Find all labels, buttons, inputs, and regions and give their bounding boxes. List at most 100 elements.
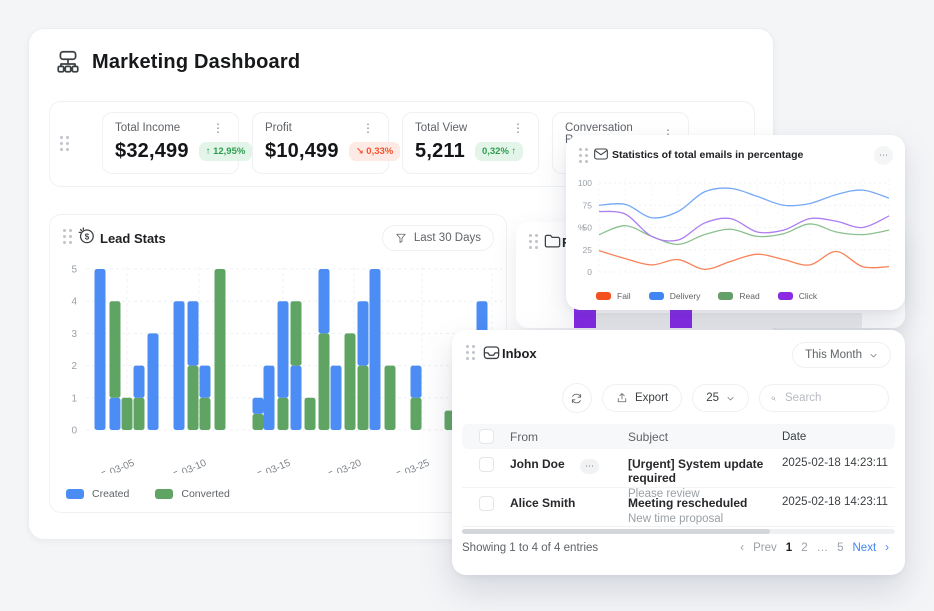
scrollbar-thumb[interactable]: [462, 529, 770, 534]
table-row[interactable]: Alice Smith Meeting rescheduled New time…: [462, 488, 895, 527]
legend-item-converted: Converted: [155, 488, 229, 500]
pagination-[interactable]: ›: [885, 542, 889, 554]
table-header-row: From Subject Date: [462, 424, 895, 449]
stat-label: Total Income: [115, 122, 180, 134]
svg-text:100: 100: [578, 178, 592, 188]
email-subject: [Urgent] System update required: [628, 457, 782, 485]
legend-item-created: Created: [66, 488, 129, 500]
email-stats-legend: Fail Delivery Read Click: [596, 291, 817, 301]
select-all-checkbox[interactable]: [479, 429, 494, 444]
legend-item-read: Read: [718, 291, 759, 301]
row-checkbox[interactable]: [479, 496, 494, 511]
stat-value: $10,499: [265, 140, 339, 163]
svg-text:2: 2: [71, 361, 77, 372]
sender-name: Alice Smith: [510, 496, 575, 510]
inbox-title: Inbox: [502, 346, 537, 361]
stat-label: Profit: [265, 122, 292, 134]
export-label: Export: [635, 392, 668, 404]
email-date: 2025-02-18 14:23:11: [782, 457, 895, 469]
legend-item-delivery: Delivery: [649, 291, 701, 301]
page-title: Marketing Dashboard: [92, 51, 300, 74]
pagination-1[interactable]: 1: [786, 542, 792, 554]
stat-trend-badge: ↑ 12,95%: [199, 142, 253, 161]
stat-trend-badge: ↘ 0,33%: [349, 142, 401, 161]
pagination-5[interactable]: 5: [837, 542, 843, 554]
inbox-toolbar: Export 25: [562, 383, 889, 413]
stat-card-profit: Profit ⋮ $10,499 ↘ 0,33%: [252, 112, 389, 174]
svg-text:2025-03-15: 2025-03-15: [241, 458, 293, 473]
svg-text:0: 0: [71, 426, 77, 437]
email-date: 2025-02-18 14:23:11: [782, 496, 895, 508]
pagination-[interactable]: …: [817, 542, 829, 554]
stat-trend-badge: 0,32% ↑: [475, 142, 523, 161]
svg-text:4: 4: [71, 297, 77, 308]
search-box: [759, 384, 889, 412]
stat-value: $32,499: [115, 140, 189, 163]
horizontal-scrollbar: [462, 529, 895, 534]
pagination: ‹ Prev 12 … 5 Next ›: [740, 542, 889, 554]
email-subject: Meeting rescheduled: [628, 496, 782, 510]
inbox-icon: [482, 343, 501, 362]
svg-text:%: %: [578, 223, 586, 233]
stat-card-total-view: Total View ⋮ 5,211 0,32% ↑: [402, 112, 539, 174]
svg-text:2025-03-25: 2025-03-25: [380, 458, 432, 473]
email-preview: New time proposal: [628, 513, 782, 525]
kebab-menu-icon[interactable]: ⋮: [210, 123, 226, 133]
sitemap-icon: [55, 49, 81, 75]
svg-text:2025-03-05: 2025-03-05: [85, 458, 137, 473]
drag-handle[interactable]: [529, 234, 539, 250]
svg-text:1: 1: [71, 393, 77, 404]
chevron-down-icon: [869, 351, 878, 360]
pagination-[interactable]: ‹: [740, 542, 744, 554]
column-header-date: Date: [782, 431, 895, 443]
stat-value: 5,211: [415, 140, 465, 163]
table-row[interactable]: John Doe ⋯ [Urgent] System update requir…: [462, 449, 895, 488]
page-size-dropdown[interactable]: 25: [692, 384, 749, 412]
folder-icon: [543, 231, 562, 250]
inbox-card: Inbox This Month Export 25: [452, 330, 905, 575]
email-stats-line-chart: 0255075100%: [566, 135, 905, 285]
table-body: John Doe ⋯ [Urgent] System update requir…: [462, 449, 895, 527]
period-dropdown[interactable]: This Month: [792, 342, 891, 368]
period-label: This Month: [805, 349, 862, 361]
kebab-menu-icon[interactable]: ⋮: [510, 123, 526, 133]
legend-item-click: Click: [778, 291, 817, 301]
refresh-button[interactable]: [562, 383, 592, 413]
stat-card-total-income: Total Income ⋮ $32,499 ↑ 12,95%: [102, 112, 239, 174]
svg-text:75: 75: [583, 200, 593, 210]
hidden-chart-band: [596, 313, 862, 328]
svg-text:2025-03-10: 2025-03-10: [157, 458, 209, 473]
pagination-next[interactable]: Next: [853, 542, 877, 554]
drag-handle[interactable]: [60, 136, 70, 152]
page-header: Marketing Dashboard: [55, 49, 300, 75]
sender-name: John Doe: [510, 457, 565, 471]
inbox-table: From Subject Date John Doe ⋯ [Urgent] Sy…: [462, 424, 895, 527]
page-size-value: 25: [706, 392, 719, 404]
row-checkbox[interactable]: [479, 457, 494, 472]
svg-text:2025-03-20: 2025-03-20: [312, 458, 364, 473]
refresh-icon: [570, 392, 583, 405]
drag-handle[interactable]: [466, 345, 476, 361]
chevron-down-icon: [726, 394, 735, 403]
search-icon: [771, 392, 776, 405]
export-button[interactable]: Export: [602, 384, 682, 412]
email-stats-card: Statistics of total emails in percentage…: [566, 135, 905, 310]
inbox-footer: Showing 1 to 4 of 4 entries ‹ Prev 12 … 5 Nex…: [462, 542, 889, 554]
pagination-2[interactable]: 2: [801, 542, 807, 554]
column-header-subject: Subject: [628, 430, 782, 444]
lead-stats-bar-chart: 0123452025-03-052025-03-102025-03-152025…: [50, 215, 506, 473]
svg-text:25: 25: [583, 245, 593, 255]
kebab-menu-icon[interactable]: ⋮: [360, 123, 376, 133]
legend-item-fail: Fail: [596, 291, 631, 301]
svg-text:0: 0: [587, 267, 592, 277]
dashboard-page: Marketing Dashboard Total Income ⋮ $32,4…: [0, 0, 934, 611]
pagination-prev[interactable]: Prev: [753, 542, 777, 554]
lead-stats-card: $ Lead Stats Last 30 Days 0123452025-03-…: [49, 214, 507, 513]
column-header-from: From: [510, 430, 628, 444]
row-ellipsis-menu[interactable]: ⋯: [580, 459, 599, 474]
search-input[interactable]: [783, 391, 877, 405]
lead-stats-legend: Created Converted: [66, 488, 230, 500]
svg-text:3: 3: [71, 329, 77, 340]
entries-summary: Showing 1 to 4 of 4 entries: [462, 542, 598, 554]
stat-label: Total View: [415, 122, 467, 134]
